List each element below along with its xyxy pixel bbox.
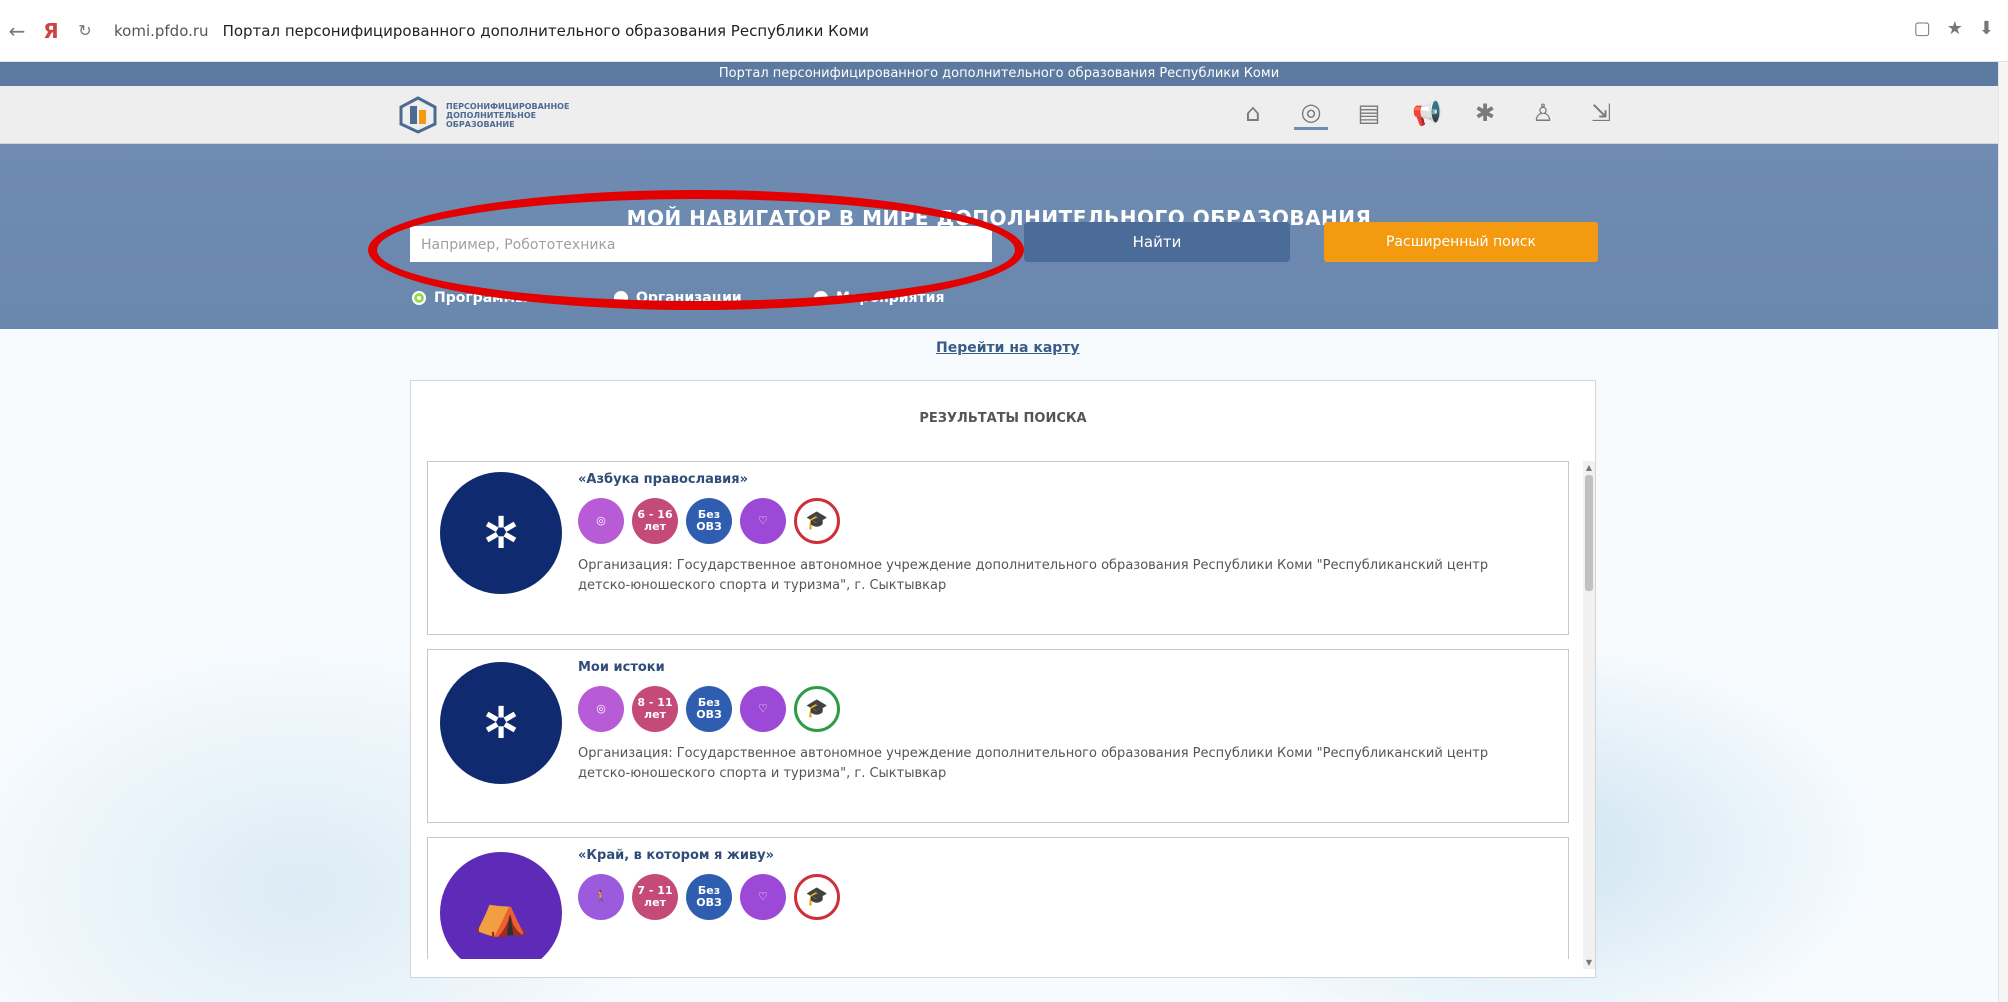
- scroll-up-icon[interactable]: ▲: [1585, 463, 1593, 472]
- bookmark-star-icon[interactable]: ★: [1947, 18, 1963, 39]
- highlight-ellipse: [368, 190, 1024, 310]
- megaphone-icon[interactable]: 📢: [1410, 96, 1444, 130]
- org-line-1: Организация: Государственное автономное …: [578, 746, 1489, 761]
- document-icon[interactable]: ▤: [1352, 96, 1386, 130]
- logo-line-2: ДОПОЛНИТЕЛЬНОЕ: [446, 110, 537, 120]
- program-organization: Организация: Государственное автономное …: [578, 744, 1558, 784]
- program-badges: ◎ 6 - 16 лет Без ОВЗ ♡ 🎓: [578, 498, 840, 544]
- program-avatar-icon: ✲: [440, 472, 562, 594]
- program-avatar-icon: ✲: [440, 662, 562, 784]
- age-badge: 7 - 11 лет: [632, 874, 678, 920]
- program-name[interactable]: Мои истоки: [578, 660, 665, 675]
- logo-hexagon-icon: [398, 96, 438, 134]
- graduation-cap-icon: 🎓: [794, 498, 840, 544]
- heart-icon: ♡: [740, 874, 786, 920]
- user-group-icon[interactable]: ♙: [1526, 96, 1560, 130]
- graduation-cap-icon: 🎓: [794, 874, 840, 920]
- program-badges: ◎ 8 - 11 лет Без ОВЗ ♡ 🎓: [578, 686, 840, 732]
- age-badge: 8 - 11 лет: [632, 686, 678, 732]
- results-title: РЕЗУЛЬТАТЫ ПОИСКА: [919, 411, 1087, 426]
- org-line-1: Организация: Государственное автономное …: [578, 558, 1489, 573]
- search-results-panel: РЕЗУЛЬТАТЫ ПОИСКА ✲ «Азбука православия»…: [410, 380, 1596, 978]
- header-nav: ⌂ ◎ ▤ 📢 ✱ ♙ ⇲: [1236, 96, 1618, 130]
- org-line-2: детско-юношеского спорта и туризма", г. …: [578, 578, 947, 593]
- radio-programs-dot[interactable]: [412, 291, 426, 305]
- star-burst-icon[interactable]: ✱: [1468, 96, 1502, 130]
- advanced-search-button[interactable]: Расширенный поиск: [1324, 222, 1598, 262]
- logo-text: ПЕРСОНИФИЦИРОВАННОЕ ДОПОЛНИТЕЛЬНОЕ ОБРАЗ…: [446, 102, 586, 129]
- heart-icon: ♡: [740, 498, 786, 544]
- top-banner-strip: Портал персонифицированного дополнительн…: [0, 62, 1998, 86]
- logo-line-3: ОБРАЗОВАНИЕ: [446, 119, 515, 129]
- search-catalog-icon[interactable]: ◎: [1294, 96, 1328, 130]
- program-name[interactable]: «Край, в котором я живу»: [578, 848, 774, 863]
- scroll-down-icon[interactable]: ▼: [1585, 958, 1593, 967]
- logo-line-1: ПЕРСОНИФИЦИРОВАННОЕ: [446, 101, 570, 111]
- direction-spiral-icon: ◎: [578, 498, 624, 544]
- direction-spiral-icon: ◎: [578, 686, 624, 732]
- results-scrollbar[interactable]: ▲ ▼: [1583, 461, 1595, 969]
- hiker-icon: 🚶: [578, 874, 624, 920]
- login-icon[interactable]: ⇲: [1584, 96, 1618, 130]
- result-card[interactable]: ✲ «Азбука православия» ◎ 6 - 16 лет Без …: [427, 461, 1569, 635]
- tabs-icon[interactable]: ▢: [1914, 18, 1931, 39]
- age-badge: 6 - 16 лет: [632, 498, 678, 544]
- download-icon[interactable]: ⬇: [1979, 18, 1994, 39]
- page-scrollbar[interactable]: [1998, 62, 2008, 1002]
- back-icon[interactable]: ←: [0, 19, 34, 43]
- go-to-map-link[interactable]: Перейти на карту: [936, 340, 1080, 356]
- result-card[interactable]: ⛺ «Край, в котором я живу» 🚶 7 - 11 лет …: [427, 837, 1569, 959]
- home-icon[interactable]: ⌂: [1236, 96, 1270, 130]
- results-scrollbar-thumb[interactable]: [1585, 475, 1593, 591]
- browser-toolbar: ← Я ↻ komi.pfdo.ru Портал персонифициров…: [0, 0, 2008, 62]
- ovz-badge: Без ОВЗ: [686, 686, 732, 732]
- program-avatar-icon: ⛺: [440, 852, 562, 959]
- page-tab-title: Портал персонифицированного дополнительн…: [222, 21, 870, 40]
- org-line-2: детско-юношеского спорта и туризма", г. …: [578, 766, 947, 781]
- search-button[interactable]: Найти: [1024, 222, 1290, 262]
- site-logo[interactable]: ПЕРСОНИФИЦИРОВАННОЕ ДОПОЛНИТЕЛЬНОЕ ОБРАЗ…: [398, 96, 586, 134]
- result-card[interactable]: ✲ Мои истоки ◎ 8 - 11 лет Без ОВЗ ♡ 🎓 Ор…: [427, 649, 1569, 823]
- reload-icon[interactable]: ↻: [68, 21, 102, 40]
- yandex-icon[interactable]: Я: [34, 19, 68, 43]
- site-header: ПЕРСОНИФИЦИРОВАННОЕ ДОПОЛНИТЕЛЬНОЕ ОБРАЗ…: [0, 86, 1998, 144]
- ovz-badge: Без ОВЗ: [686, 874, 732, 920]
- address-bar-url[interactable]: komi.pfdo.ru: [114, 22, 209, 40]
- program-organization: Организация: Государственное автономное …: [578, 556, 1558, 596]
- program-badges: 🚶 7 - 11 лет Без ОВЗ ♡ 🎓: [578, 874, 840, 920]
- program-name[interactable]: «Азбука православия»: [578, 472, 748, 487]
- graduation-cap-icon: 🎓: [794, 686, 840, 732]
- ovz-badge: Без ОВЗ: [686, 498, 732, 544]
- heart-icon: ♡: [740, 686, 786, 732]
